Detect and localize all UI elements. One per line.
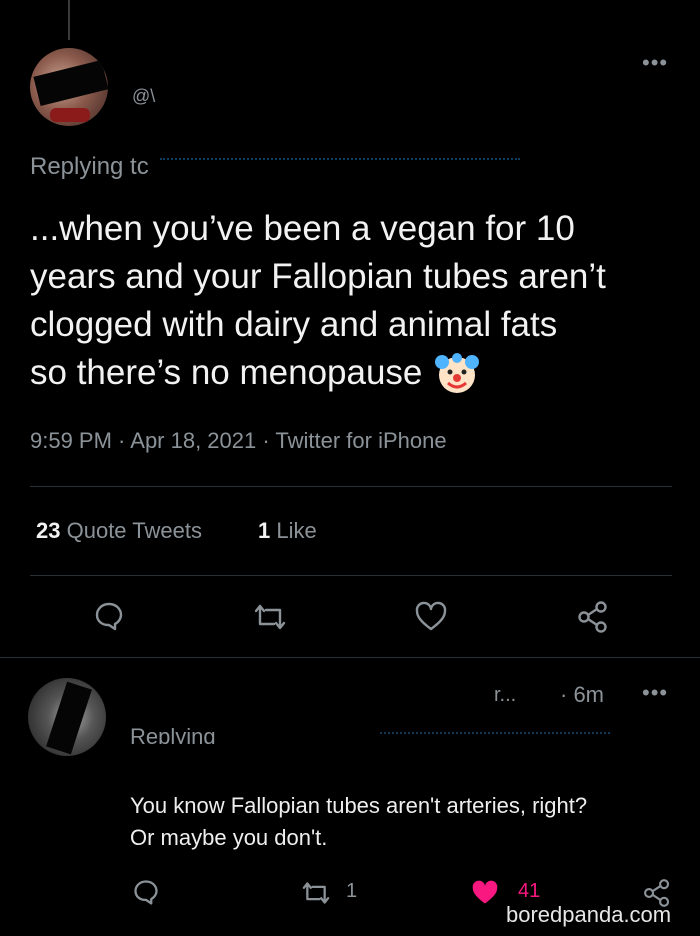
likes-stat[interactable]: 1 Like [258,518,317,544]
tweet-line: years and your Fallopian tubes aren’t [30,257,606,296]
reply-text: You know Fallopian tubes aren't arteries… [130,790,690,854]
tweet-timestamp[interactable]: 9:59 PM · Apr 18, 2021 · Twitter for iPh… [30,428,447,454]
divider [0,657,700,658]
share-icon[interactable] [576,600,610,634]
like-label: Like [276,518,317,543]
tweet-line: ...when you’ve been a vegan for 10 [30,209,575,248]
reply-icon[interactable] [93,600,125,632]
redacted-mention [160,158,520,170]
reply-time: · 6m [560,682,604,707]
reply-avatar[interactable] [28,678,106,756]
replying-to-label: Replying tc [30,153,149,180]
author-avatar[interactable] [30,48,108,126]
reply-line: Or maybe you don't. [130,825,328,850]
tweet-line: so there’s no menopause [30,353,423,392]
reply-replying-label: Replying [130,724,216,744]
quote-count: 23 [36,518,61,543]
reply-retweet-count: 1 [346,880,358,902]
redacted-reply-name [128,680,458,704]
tweet-text: ...when you’ve been a vegan for 10 years… [30,205,680,397]
quote-tweets-stat[interactable]: 23 Quote Tweets [36,518,202,544]
like-icon[interactable] [414,601,448,633]
author-handle[interactable]: @\ [132,86,155,107]
divider [30,486,672,487]
quote-label: Quote Tweets [66,518,202,543]
reply-liked-heart-icon[interactable] [470,879,500,907]
reply-like-count: 41 [518,880,541,902]
reply-reply-icon[interactable] [132,878,160,906]
thread-line [68,0,70,40]
watermark: boredpanda.com [506,902,672,927]
retweet-icon[interactable] [252,602,288,632]
like-count: 1 [258,518,271,543]
divider [30,575,672,576]
clown-emoji-icon [434,350,480,396]
redacted-name [110,60,390,86]
reply-name-fragment: r... [494,684,517,706]
more-options-icon[interactable]: ••• [642,52,668,74]
reply-more-options-icon[interactable]: ••• [642,682,668,704]
reply-retweet-icon[interactable] [300,880,332,906]
tweet-line: clogged with dairy and animal fats [30,305,558,344]
redacted-reply-mention [380,732,610,742]
reply-line: You know Fallopian tubes aren't arteries… [130,793,588,818]
